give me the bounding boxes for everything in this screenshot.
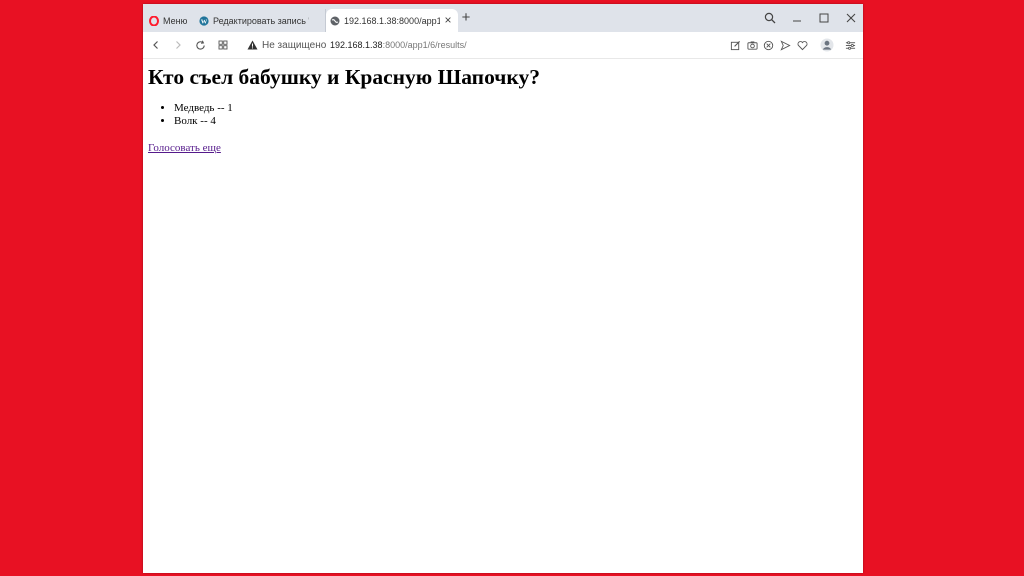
adblock-icon[interactable] <box>760 37 776 53</box>
minimize-icon[interactable] <box>788 9 806 27</box>
results-list: Медведь -- 1 Волк -- 4 <box>148 102 233 128</box>
address-bar[interactable]: 192.168.1.38:8000/app1/6/results/ <box>330 38 467 52</box>
new-tab-icon[interactable]: + <box>459 10 473 25</box>
warning-icon <box>247 40 258 50</box>
snapshot-icon[interactable] <box>744 37 760 53</box>
tab-label: Редактировать запись "Пр <box>213 15 309 26</box>
tab-label: 192.168.1.38:8000/app1/6/ <box>344 15 440 26</box>
easy-setup-icon[interactable] <box>842 37 858 53</box>
reload-icon[interactable] <box>192 37 208 53</box>
address-toolbar: Не защищено 192.168.1.38:8000/app1/6/res… <box>143 32 863 59</box>
menu-label: Меню <box>163 15 188 26</box>
url-path: :8000/app1/6/results/ <box>382 40 467 50</box>
svg-text:W: W <box>201 18 208 25</box>
maximize-icon[interactable] <box>815 9 833 27</box>
tab-active-results[interactable]: 192.168.1.38:8000/app1/6/ × <box>326 9 458 32</box>
tab-strip: Меню W Редактировать запись "Пр 192.168.… <box>143 4 863 32</box>
close-window-icon[interactable] <box>842 9 860 27</box>
tab-edit-post[interactable]: W Редактировать запись "Пр <box>195 9 326 32</box>
security-indicator[interactable]: Не защищено <box>247 38 326 52</box>
globe-icon <box>330 16 340 25</box>
url-host: 192.168.1.38 <box>330 40 383 50</box>
profile-avatar-icon[interactable] <box>819 37 835 53</box>
page-title: Кто съел бабушку и Красную Шапочку? <box>148 65 540 89</box>
result-item: Волк -- 4 <box>174 115 233 128</box>
page-content: Кто съел бабушку и Красную Шапочку? Медв… <box>143 59 863 573</box>
speed-dial-icon[interactable] <box>215 37 231 53</box>
browser-window: Меню W Редактировать запись "Пр 192.168.… <box>143 4 863 573</box>
close-tab-icon[interactable]: × <box>442 14 454 26</box>
result-item: Медведь -- 1 <box>174 102 233 115</box>
security-label: Не защищено <box>262 39 327 51</box>
edit-icon[interactable] <box>727 37 743 53</box>
send-icon[interactable] <box>777 37 793 53</box>
search-icon[interactable] <box>761 9 779 27</box>
back-icon[interactable] <box>148 37 164 53</box>
heart-icon[interactable] <box>794 37 810 53</box>
opera-logo-icon <box>149 15 159 26</box>
wordpress-icon: W <box>199 15 209 26</box>
vote-again-link[interactable]: Голосовать еще <box>148 142 221 154</box>
forward-icon[interactable] <box>170 37 186 53</box>
opera-menu-button[interactable]: Меню <box>147 9 195 32</box>
